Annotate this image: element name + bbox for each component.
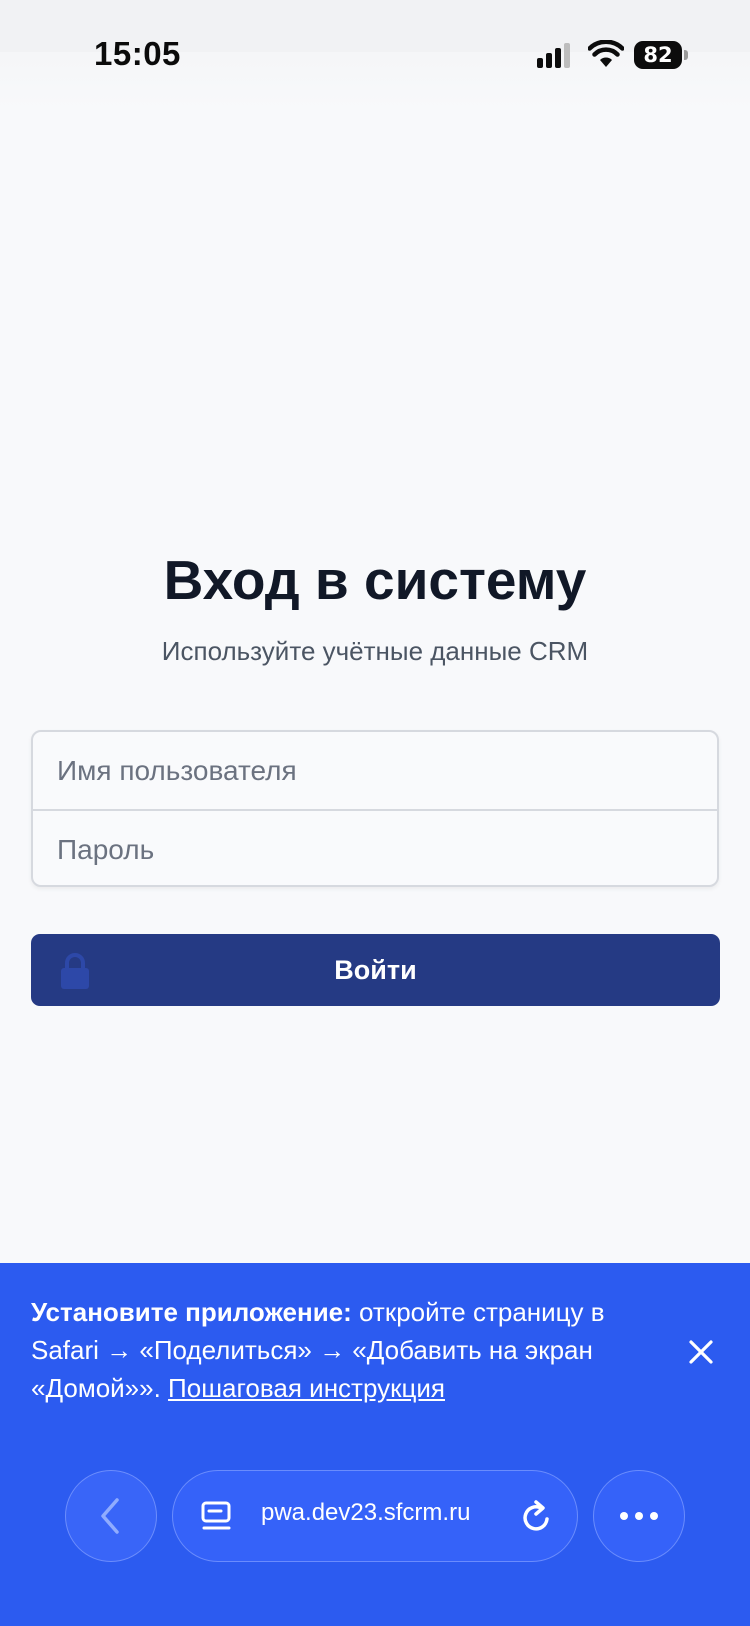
more-button[interactable] bbox=[593, 1470, 685, 1562]
username-field[interactable] bbox=[33, 732, 717, 809]
back-button[interactable] bbox=[65, 1470, 157, 1562]
screen: 15:05 82 Вход в систему Используйте учёт… bbox=[0, 0, 750, 1626]
page-subtitle: Используйте учётные данные CRM bbox=[161, 636, 589, 666]
login-button-label: Войти bbox=[334, 954, 417, 985]
banner-bold: Установите приложение: bbox=[31, 1297, 352, 1327]
signal-icon bbox=[537, 43, 570, 68]
login-form bbox=[31, 730, 719, 887]
wifi-icon bbox=[588, 40, 624, 67]
more-icon bbox=[620, 1512, 658, 1520]
instructions-link[interactable]: Пошаговая инструкция bbox=[168, 1373, 445, 1403]
login-button[interactable]: Войти bbox=[31, 934, 720, 1006]
banner-text: Установите приложение: откройте страницу… bbox=[31, 1293, 671, 1407]
back-icon bbox=[101, 1498, 119, 1534]
lock-icon bbox=[61, 953, 89, 989]
tab-icon bbox=[201, 1501, 231, 1530]
battery-icon: 82 bbox=[634, 41, 688, 69]
status-bar: 15:05 82 bbox=[0, 0, 750, 110]
reload-icon[interactable] bbox=[519, 1499, 553, 1535]
page-title: Вход в систему bbox=[163, 549, 587, 611]
address-bar[interactable]: pwa.dev23.sfcrm.ru bbox=[172, 1470, 578, 1562]
close-icon[interactable] bbox=[688, 1339, 714, 1365]
address-url: pwa.dev23.sfcrm.ru bbox=[261, 1499, 471, 1526]
battery-nub bbox=[684, 50, 688, 60]
battery-level: 82 bbox=[643, 43, 673, 67]
install-banner: Установите приложение: откройте страницу… bbox=[0, 1263, 750, 1626]
battery-body: 82 bbox=[634, 41, 682, 69]
password-field[interactable] bbox=[33, 811, 717, 885]
status-time: 15:05 bbox=[94, 35, 181, 72]
